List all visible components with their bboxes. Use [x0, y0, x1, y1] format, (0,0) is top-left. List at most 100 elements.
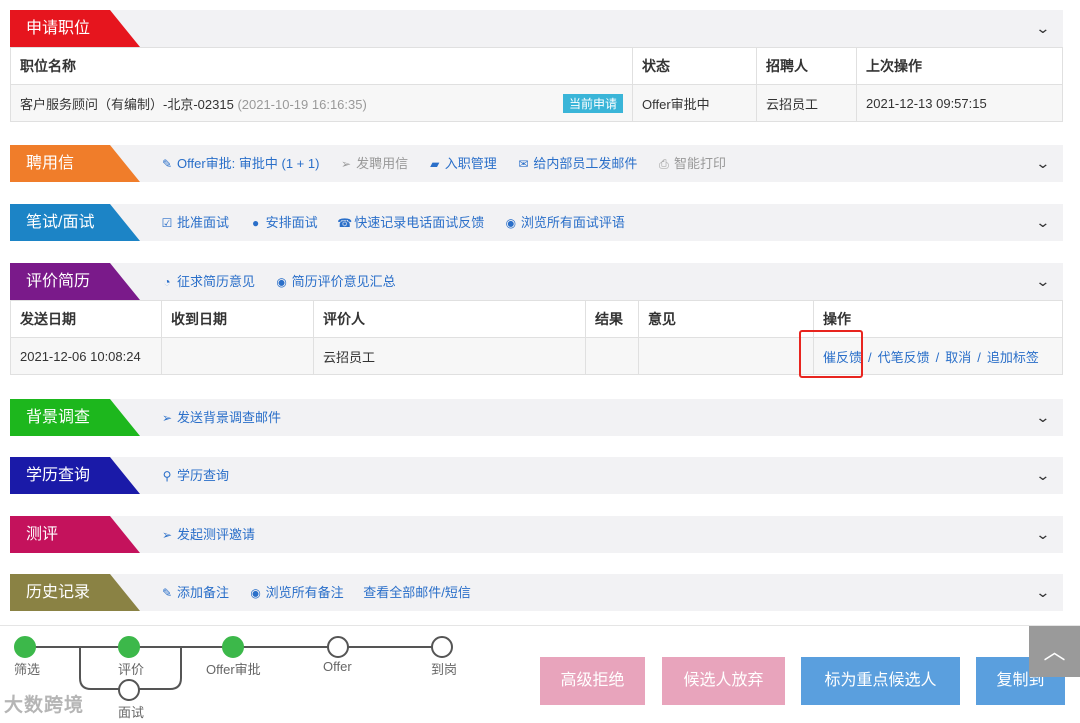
- print-icon: ⎙: [659, 157, 669, 171]
- step-node-offer: [327, 636, 349, 658]
- edit-icon: ✎: [161, 157, 173, 171]
- send-icon: ➢: [161, 528, 173, 542]
- send-icon: ➢: [161, 411, 173, 425]
- column-header: 上次操作: [856, 47, 1063, 85]
- view-all-mail-link[interactable]: 查看全部邮件/短信: [363, 585, 471, 600]
- chevron-down-icon[interactable]: ⌄: [1036, 457, 1051, 494]
- user-icon: ●: [252, 216, 260, 230]
- offer-section: 聘用信 ✎ Offer审批: 审批中 (1 + 1) ➢ 发聘用信 ▰ 入职管理 ✉ 给…: [10, 145, 1063, 182]
- eye-icon: ◉: [250, 586, 261, 600]
- chevron-down-icon[interactable]: ⌄: [1036, 263, 1051, 300]
- link-label: 发聘用信: [356, 156, 409, 171]
- assessment-section-header[interactable]: 测评 ➢ 发起测评邀请 ⌄: [10, 516, 1063, 553]
- schedule-interview-link[interactable]: ● 安排面试: [249, 215, 318, 230]
- background-links: ➢ 发送背景调查邮件: [160, 399, 297, 436]
- result-cell: [585, 337, 639, 375]
- proxy-feedback-link[interactable]: 代笔反馈: [878, 350, 930, 365]
- chevron-down-icon[interactable]: ⌄: [1036, 574, 1051, 611]
- education-section-title: 学历查询: [10, 457, 140, 494]
- chevron-down-icon[interactable]: ⌄: [1036, 516, 1051, 553]
- eye-icon: ◉: [505, 216, 517, 230]
- send-offer-link[interactable]: ➢ 发聘用信: [339, 156, 408, 171]
- chevron-up-icon: ︿: [1043, 639, 1066, 664]
- step-label: 评价: [118, 662, 145, 677]
- chevron-down-icon[interactable]: ⌄: [1036, 145, 1051, 182]
- chevron-down-icon[interactable]: ⌄: [1036, 204, 1051, 241]
- interview-section: 笔试/面试 ☑ 批准面试 ● 安排面试 ☎ 快速记录电话面试反馈 ◉ 浏览所有面试评语 …: [10, 204, 1063, 241]
- history-links: ✎ 添加备注 ◉ 浏览所有备注 查看全部邮件/短信: [160, 574, 487, 611]
- offer-section-header[interactable]: 聘用信 ✎ Offer审批: 审批中 (1 + 1) ➢ 发聘用信 ▰ 入职管理 ✉ 给…: [10, 145, 1063, 182]
- education-section: 学历查询 ⚲ 学历查询 ⌄: [10, 457, 1063, 494]
- interview-section-header[interactable]: 笔试/面试 ☑ 批准面试 ● 安排面试 ☎ 快速记录电话面试反馈 ◉ 浏览所有面试评语 …: [10, 204, 1063, 241]
- step-label: 筛选: [14, 662, 41, 677]
- chevron-down-icon[interactable]: ⌄: [1036, 399, 1051, 436]
- internal-mail-link[interactable]: ✉ 给内部员工发邮件: [516, 156, 637, 171]
- link-label: 安排面试: [265, 215, 318, 230]
- column-header: 招聘人: [756, 47, 857, 85]
- smart-print-link[interactable]: ⎙ 智能打印: [657, 156, 726, 171]
- column-header: 评价人: [313, 300, 586, 338]
- briefcase-icon: ▰: [430, 157, 440, 171]
- step-label: Offer: [323, 659, 352, 674]
- education-section-header[interactable]: 学历查询 ⚲ 学历查询 ⌄: [10, 457, 1063, 494]
- phone-icon: ☎: [337, 216, 353, 230]
- link-label: 简历评价意见汇总: [291, 274, 396, 289]
- background-section-header[interactable]: 背景调查 ➢ 发送背景调查邮件 ⌄: [10, 399, 1063, 436]
- position-name[interactable]: 客户服务顾问（有编制）-北京-02315: [20, 97, 234, 112]
- step-node-review: [118, 636, 140, 658]
- opinion-summary-link[interactable]: ◉ 简历评价意见汇总: [275, 274, 396, 289]
- opinion-cell: [638, 337, 814, 375]
- recruiter-cell: 云招员工: [756, 84, 857, 122]
- send-icon: ➢: [341, 157, 352, 171]
- column-header: 发送日期: [10, 300, 162, 338]
- send-background-check-link[interactable]: ➢ 发送背景调查邮件: [160, 410, 281, 425]
- education-query-link[interactable]: ⚲ 学历查询: [160, 468, 229, 483]
- highlight-box: [799, 330, 863, 378]
- review-section-header[interactable]: 评价简历 ◔ 征求简历意见 ◉ 简历评价意见汇总 ⌄: [10, 263, 1063, 300]
- link-label: 查看全部邮件/短信: [363, 585, 471, 600]
- column-header: 意见: [638, 300, 814, 338]
- assessment-section: 测评 ➢ 发起测评邀请 ⌄: [10, 516, 1063, 553]
- request-opinion-link[interactable]: ◔ 征求简历意见: [160, 274, 255, 289]
- apply-table: 职位名称 状态 招聘人 上次操作 客户服务顾问（有编制）-北京-02315 (2…: [10, 47, 1063, 122]
- search-icon: ⚲: [162, 469, 172, 483]
- step-node-screening: [14, 636, 36, 658]
- column-header: 收到日期: [161, 300, 314, 338]
- review-section-title: 评价简历: [10, 263, 140, 300]
- approve-interview-link[interactable]: ☑ 批准面试: [160, 215, 229, 230]
- link-label: 批准面试: [177, 215, 230, 230]
- mail-icon: ✉: [518, 157, 529, 171]
- comments-icon: ◔: [163, 275, 171, 289]
- browse-notes-link[interactable]: ◉ 浏览所有备注: [249, 585, 344, 600]
- add-note-link[interactable]: ✎ 添加备注: [160, 585, 229, 600]
- column-header: 职位名称: [10, 47, 633, 85]
- phone-feedback-link[interactable]: ☎ 快速记录电话面试反馈: [337, 215, 484, 230]
- step-node-onboard: [431, 636, 453, 658]
- candidate-abandon-button[interactable]: 候选人放弃: [662, 657, 785, 705]
- advanced-reject-button[interactable]: 高级拒绝: [540, 657, 645, 705]
- scroll-to-top-button[interactable]: ︿: [1029, 626, 1080, 677]
- add-tag-link[interactable]: 追加标签: [987, 350, 1039, 365]
- browse-comments-link[interactable]: ◉ 浏览所有面试评语: [504, 215, 625, 230]
- link-label: 给内部员工发邮件: [533, 156, 638, 171]
- history-section-title: 历史记录: [10, 574, 140, 611]
- applied-time: (2021-10-19 16:16:35): [237, 96, 367, 112]
- offer-approval-link[interactable]: ✎ Offer审批: 审批中 (1 + 1): [160, 156, 319, 171]
- link-label: 入职管理: [444, 156, 497, 171]
- link-label: Offer审批: 审批中 (1 + 1): [177, 156, 320, 171]
- separator: /: [868, 349, 872, 365]
- apply-section: 申请职位 ⌄ 职位名称 状态 招聘人 上次操作 客户服务顾问（有编制）-北京-0…: [10, 10, 1063, 122]
- send-assessment-link[interactable]: ➢ 发起测评邀请: [160, 527, 255, 542]
- chevron-down-icon[interactable]: ⌄: [1036, 10, 1051, 47]
- background-section-title: 背景调查: [10, 399, 140, 436]
- cancel-link[interactable]: 取消: [945, 350, 971, 365]
- column-header: 状态: [632, 47, 757, 85]
- link-label: 浏览所有备注: [265, 585, 344, 600]
- onboarding-link[interactable]: ▰ 入职管理: [428, 156, 497, 171]
- link-label: 学历查询: [177, 468, 230, 483]
- mark-key-candidate-button[interactable]: 标为重点候选人: [801, 657, 960, 705]
- offer-section-title: 聘用信: [10, 145, 140, 182]
- apply-section-header[interactable]: 申请职位 ⌄: [10, 10, 1063, 47]
- review-table: 发送日期 收到日期 评价人 结果 意见 操作 2021-12-06 10:08:…: [10, 300, 1063, 375]
- history-section-header[interactable]: 历史记录 ✎ 添加备注 ◉ 浏览所有备注 查看全部邮件/短信 ⌄: [10, 574, 1063, 611]
